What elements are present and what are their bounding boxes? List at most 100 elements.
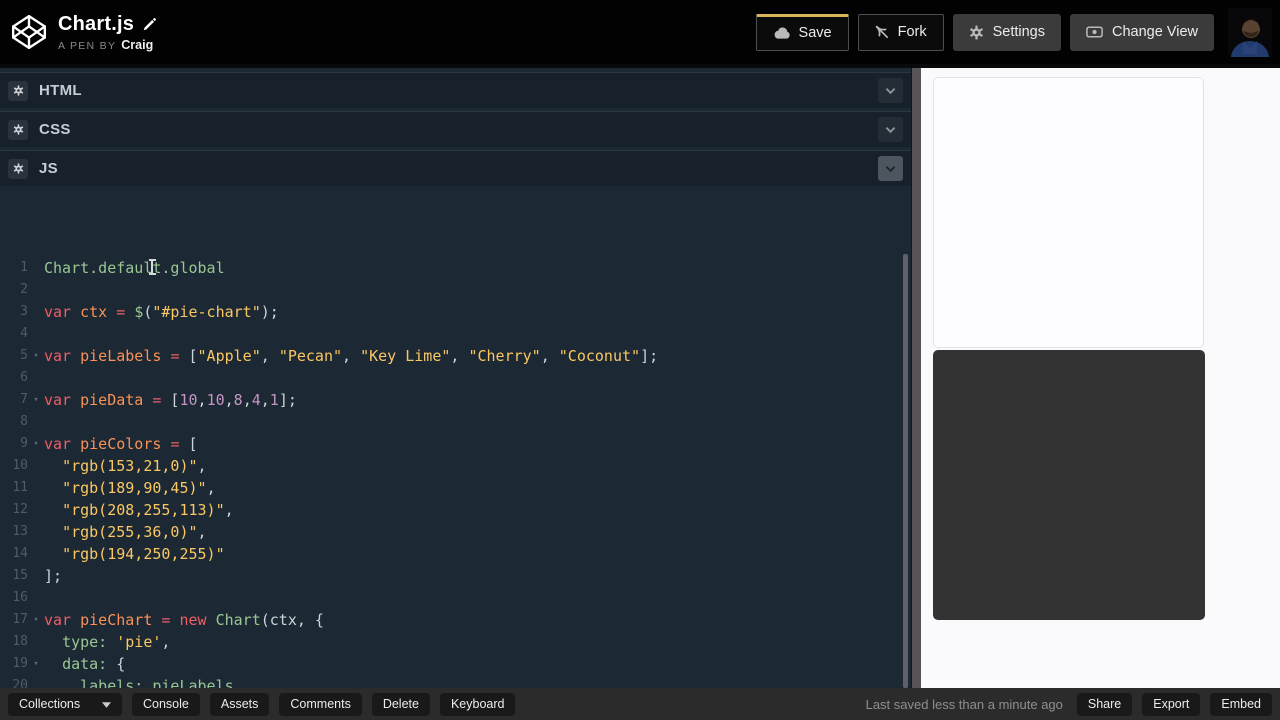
settings-button-label: Settings [992,24,1045,40]
code-text: Chart.default.global [44,259,225,277]
line-number: 19 [12,656,28,671]
code-text: type: 'pie', [62,633,171,651]
panel-header-html[interactable]: HTML [0,72,911,108]
assets-button[interactable]: Assets [209,692,270,716]
preview-pane [921,68,1280,688]
js-code-editor[interactable]: 1 Chart.default.global 2 3 var ctx = $("#pie… [0,253,911,688]
collections-dropdown-label: Collections [19,697,81,711]
delete-button[interactable]: Delete [371,692,430,716]
code-line-15[interactable]: 15]; [0,565,911,587]
code-text: var pieData = [10,10,8,4,1]; [44,391,297,409]
fold-arrow-icon[interactable]: ▾ [28,389,44,411]
edit-title-pencil-icon[interactable] [143,17,156,31]
pen-titles: Chart.js A PEN BY Craig [58,13,156,52]
code-text: var pieChart = new Chart(ctx, { [44,611,324,629]
line-number: 3 [20,304,28,319]
panel-header-js[interactable]: JS [0,150,911,186]
byline: A PEN BY Craig [58,38,156,52]
fold-arrow-icon[interactable]: ▾ [28,609,44,631]
comments-button[interactable]: Comments [279,692,362,716]
line-number: 8 [20,414,28,429]
panel-header-css[interactable]: CSS [0,111,911,147]
save-button[interactable]: Save [755,13,849,51]
codepen-logo-icon[interactable] [10,13,48,51]
bottom-toolbar: Collections Console Assets Comments Delete K… [0,688,1280,720]
line-number: 7 [20,392,28,407]
panel-label-html: HTML [39,82,82,99]
code-line-18[interactable]: 18 type: 'pie', [0,631,911,653]
line-number: 12 [12,502,28,517]
cloud-icon [773,27,790,39]
code-line-8[interactable]: 8 [0,411,911,433]
js-settings-gear-icon[interactable] [8,158,28,179]
css-expand-chevron-icon[interactable] [878,117,903,142]
code-text: "rgb(194,250,255)" [62,545,225,563]
code-line-12[interactable]: 12 "rgb(208,255,113)", [0,499,911,521]
collections-dropdown[interactable]: Collections [8,692,122,716]
code-line-7[interactable]: 7 ▾ var pieData = [10,10,8,4,1]; [0,389,911,411]
author-link[interactable]: Craig [121,38,153,52]
byline-prefix: A PEN BY [58,39,117,52]
panel-label-css: CSS [39,121,71,138]
html-expand-chevron-icon[interactable] [878,78,903,103]
code-text: var pieLabels = ["Apple", "Pecan", "Key … [44,347,659,365]
code-line-4[interactable]: 4 [0,323,911,345]
js-collapse-chevron-icon[interactable] [878,156,903,181]
top-bar: Chart.js A PEN BY Craig Save Fork Settin… [0,0,1280,64]
fork-button[interactable]: Fork [857,13,944,51]
editors-column: HTML CSS JS 1 Chart.default.global 2 3 v… [0,68,911,688]
code-line-5[interactable]: 5 ▾ var pieLabels = ["Apple", "Pecan", "Ke… [0,345,911,367]
editor-scrollbar[interactable] [903,254,908,688]
change-view-button[interactable]: Change View [1070,13,1214,51]
code-line-20[interactable]: 20 labels: pieLabels, [0,675,911,688]
code-line-16[interactable]: 16 [0,587,911,609]
code-line-10[interactable]: 10 "rgb(153,21,0)", [0,455,911,477]
line-number: 1 [20,260,28,275]
code-text: var pieColors = [ [44,435,198,453]
line-number: 13 [12,524,28,539]
header-actions: Save Fork Settings Change View [755,0,1280,64]
settings-button[interactable]: Settings [952,13,1061,51]
fold-arrow-icon[interactable]: ▾ [28,345,44,367]
console-button[interactable]: Console [132,692,200,716]
last-saved-status: Last saved less than a minute ago [865,696,1063,712]
embed-button[interactable]: Embed [1210,692,1272,716]
code-text: data: { [62,655,126,673]
fold-arrow-icon[interactable]: ▾ [28,433,44,455]
logo-block: Chart.js A PEN BY Craig [0,13,156,52]
share-button[interactable]: Share [1076,692,1133,716]
code-line-14[interactable]: 14 "rgb(194,250,255)" [0,543,911,565]
code-line-19[interactable]: 19 ▾ data: { [0,653,911,675]
code-line-2[interactable]: 2 [0,279,911,301]
code-line-1[interactable]: 1 Chart.default.global [0,257,911,279]
css-settings-gear-icon[interactable] [8,119,28,140]
code-line-9[interactable]: 9 ▾ var pieColors = [ [0,433,911,455]
user-avatar[interactable] [1228,7,1272,57]
code-line-13[interactable]: 13 "rgb(255,36,0)", [0,521,911,543]
code-line-17[interactable]: 17 ▾ var pieChart = new Chart(ctx, { [0,609,911,631]
fold-arrow-icon[interactable]: ▾ [28,653,44,675]
keyboard-button[interactable]: Keyboard [439,692,516,716]
save-button-label: Save [798,25,832,41]
export-button[interactable]: Export [1142,692,1201,716]
code-line-6[interactable]: 6 [0,367,911,389]
editor-preview-resizer[interactable] [911,68,921,688]
line-number: 15 [12,568,28,583]
line-number: 2 [20,282,28,297]
code-line-3[interactable]: 3 var ctx = $("#pie-chart"); [0,301,911,323]
code-text: labels: pieLabels, [80,677,243,688]
code-line-11[interactable]: 11 "rgb(189,90,45)", [0,477,911,499]
html-settings-gear-icon[interactable] [8,80,28,101]
code-text: ]; [44,567,63,585]
line-number: 5 [20,348,28,363]
caret-down-icon [102,697,111,711]
